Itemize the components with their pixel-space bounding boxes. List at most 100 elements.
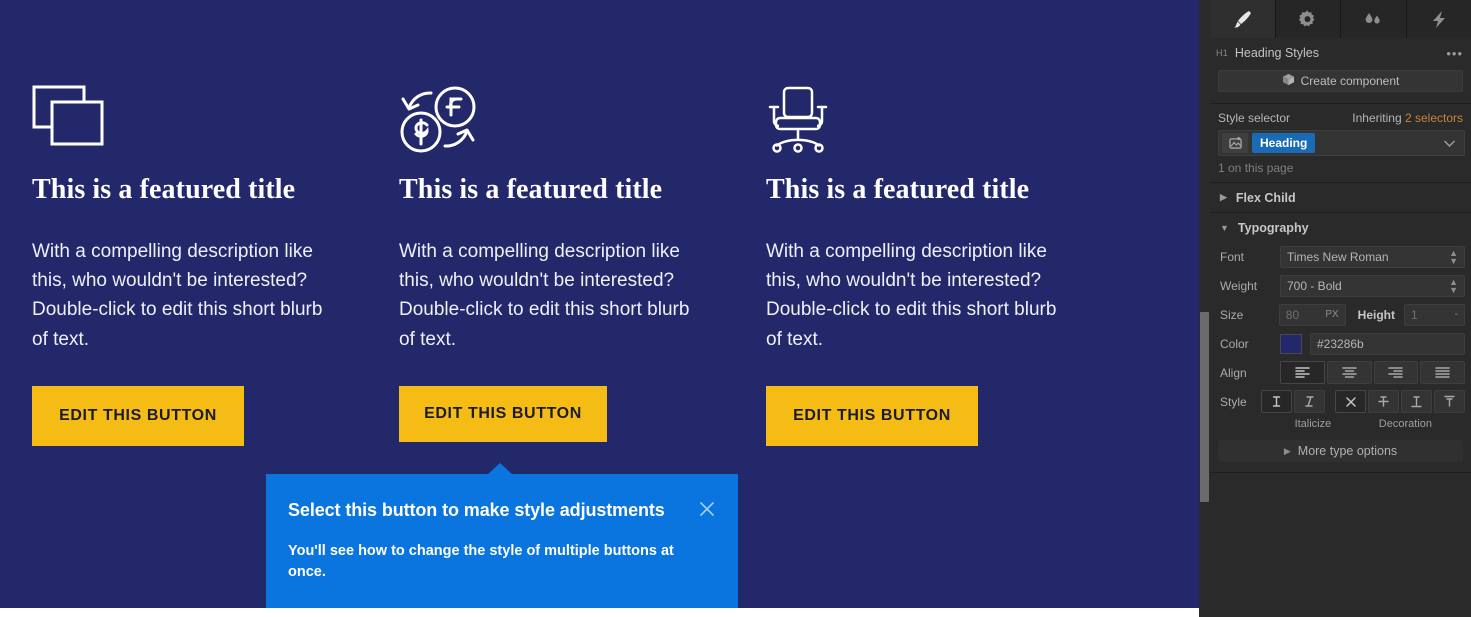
heading-level-badge: H1 xyxy=(1216,48,1228,58)
column-title[interactable]: This is a featured title xyxy=(399,173,734,207)
create-component-button[interactable]: Create component xyxy=(1218,70,1463,92)
interactions-tab[interactable] xyxy=(1341,0,1407,38)
style-selector-row: Style selector Inheriting 2 selectors xyxy=(1210,104,1471,128)
weight-select[interactable]: 700 - Bold ▲ ▼ xyxy=(1280,274,1465,297)
paintbrush-icon xyxy=(1231,8,1253,30)
gear-icon xyxy=(1298,9,1317,29)
currency-exchange-icon xyxy=(399,85,734,161)
element-thumbnail-icon[interactable] xyxy=(1222,133,1248,153)
column-title[interactable]: This is a featured title xyxy=(766,173,1101,207)
tooltip-body: You'll see how to change the style of mu… xyxy=(288,543,674,581)
close-icon[interactable] xyxy=(698,500,716,518)
color-label: Color xyxy=(1220,336,1249,351)
height-unit[interactable]: - xyxy=(1455,309,1458,320)
size-unit[interactable]: PX xyxy=(1325,309,1338,320)
selector-combobox[interactable]: Heading xyxy=(1218,130,1465,156)
size-input[interactable]: 80 PX xyxy=(1278,303,1346,326)
office-chair-icon xyxy=(766,85,1101,161)
inheriting-status: Inheriting 2 selectors xyxy=(1352,111,1463,125)
on-this-page-count: 1 on this page xyxy=(1218,161,1294,175)
align-right-icon[interactable] xyxy=(1373,361,1419,384)
stepper-icon: ▲ ▼ xyxy=(1449,247,1458,266)
ellipsis-icon[interactable]: ••• xyxy=(1446,46,1463,61)
selector-chip-heading[interactable]: Heading xyxy=(1252,133,1316,153)
feature-column-3[interactable]: This is a featured title With a compelli… xyxy=(734,0,1101,608)
settings-tab[interactable] xyxy=(1275,0,1341,38)
height-input[interactable]: 1 - xyxy=(1404,303,1466,326)
water-drops-icon xyxy=(1362,10,1384,28)
column-body-text[interactable]: With a compelling description like this,… xyxy=(32,237,337,355)
style-sublabels: Italicize Decoration xyxy=(1210,416,1471,430)
weight-row: Weight 700 - Bold ▲ ▼ xyxy=(1210,271,1471,300)
align-left-icon[interactable] xyxy=(1280,361,1325,384)
color-row: Color #23286b xyxy=(1210,329,1471,358)
chevron-down-icon: ▼ xyxy=(1220,222,1229,233)
chevron-down-icon[interactable] xyxy=(1444,136,1455,150)
tooltip-title: Select this button to make style adjustm… xyxy=(288,500,665,520)
color-input[interactable]: #23286b xyxy=(1310,332,1465,355)
style-row: Style xyxy=(1210,387,1471,416)
strikethrough-icon[interactable] xyxy=(1368,390,1399,413)
size-height-row: Size 80 PX Height 1 - xyxy=(1210,300,1471,329)
italic-icon[interactable] xyxy=(1294,390,1325,413)
style-tab[interactable] xyxy=(1210,0,1276,38)
height-value: 1 xyxy=(1411,307,1418,322)
font-value: Times New Roman xyxy=(1287,249,1389,264)
font-select[interactable]: Times New Roman ▲ ▼ xyxy=(1280,245,1465,268)
column-title[interactable]: This is a featured title xyxy=(32,173,367,207)
inheriting-prefix: Inheriting xyxy=(1352,111,1405,125)
panel-title: Heading Styles xyxy=(1234,46,1319,60)
style-controls xyxy=(1261,390,1465,413)
color-swatch[interactable] xyxy=(1280,333,1302,354)
align-label: Align xyxy=(1220,365,1247,380)
chevron-right-icon: ▶ xyxy=(1283,445,1291,456)
section-label: Typography xyxy=(1237,220,1309,235)
more-type-options-label: More type options xyxy=(1297,444,1398,458)
section-flex-child[interactable]: ▶ Flex Child xyxy=(1210,182,1471,212)
decoration-sublabel: Decoration xyxy=(1378,418,1432,430)
column-body-text[interactable]: With a compelling description like this,… xyxy=(399,237,704,355)
edit-this-button-2[interactable]: EDIT THIS BUTTON xyxy=(399,386,607,443)
panel-scrollbar-thumb[interactable] xyxy=(1200,312,1209,502)
style-selector-label: Style selector xyxy=(1218,111,1291,125)
underline-icon[interactable] xyxy=(1401,390,1432,413)
stacked-rectangles-icon xyxy=(32,85,367,161)
decoration-group xyxy=(1335,390,1465,413)
italicize-group xyxy=(1261,390,1325,413)
align-row: Align xyxy=(1210,358,1471,387)
effects-tab[interactable] xyxy=(1406,0,1471,38)
panel-header: H1 Heading Styles ••• xyxy=(1210,38,1471,68)
column-body-text[interactable]: With a compelling description like this,… xyxy=(766,237,1071,355)
designer-window: This is a featured title With a compelli… xyxy=(0,0,1471,617)
font-label: Font xyxy=(1220,249,1245,264)
height-label: Height xyxy=(1357,307,1395,322)
onboarding-tooltip: Select this button to make style adjustm… xyxy=(266,463,738,608)
panel-scrollbar-track[interactable] xyxy=(1199,0,1210,617)
upright-icon[interactable] xyxy=(1261,390,1292,413)
more-type-options-button[interactable]: ▶ More type options xyxy=(1218,440,1463,462)
create-component-label: Create component xyxy=(1300,74,1400,88)
align-segmented-control xyxy=(1280,361,1465,384)
size-value: 80 xyxy=(1285,307,1300,322)
weight-value: 700 - Bold xyxy=(1287,278,1342,293)
stepper-icon: ▲ ▼ xyxy=(1449,276,1458,295)
edit-this-button-3[interactable]: EDIT THIS BUTTON xyxy=(766,386,978,447)
edit-this-button-1[interactable]: EDIT THIS BUTTON xyxy=(32,386,244,447)
weight-label: Weight xyxy=(1220,278,1258,293)
section-label: Flex Child xyxy=(1235,190,1296,205)
overline-icon[interactable] xyxy=(1434,390,1465,413)
component-cube-icon xyxy=(1282,73,1295,89)
align-center-icon[interactable] xyxy=(1326,361,1372,384)
style-panel: H1 Heading Styles ••• Create component S… xyxy=(1210,0,1471,617)
lightning-bolt-icon xyxy=(1431,10,1447,29)
section-typography[interactable]: ▼ Typography xyxy=(1210,212,1471,242)
none-icon[interactable] xyxy=(1335,390,1366,413)
italicize-sublabel: Italicize xyxy=(1294,418,1332,430)
align-justify-icon[interactable] xyxy=(1420,361,1465,384)
divider xyxy=(1210,472,1471,473)
inheriting-count[interactable]: 2 selectors xyxy=(1405,111,1463,125)
size-label: Size xyxy=(1220,307,1244,322)
tooltip-arrow xyxy=(487,463,513,475)
style-label: Style xyxy=(1220,394,1247,409)
color-value: #23286b xyxy=(1317,336,1364,351)
